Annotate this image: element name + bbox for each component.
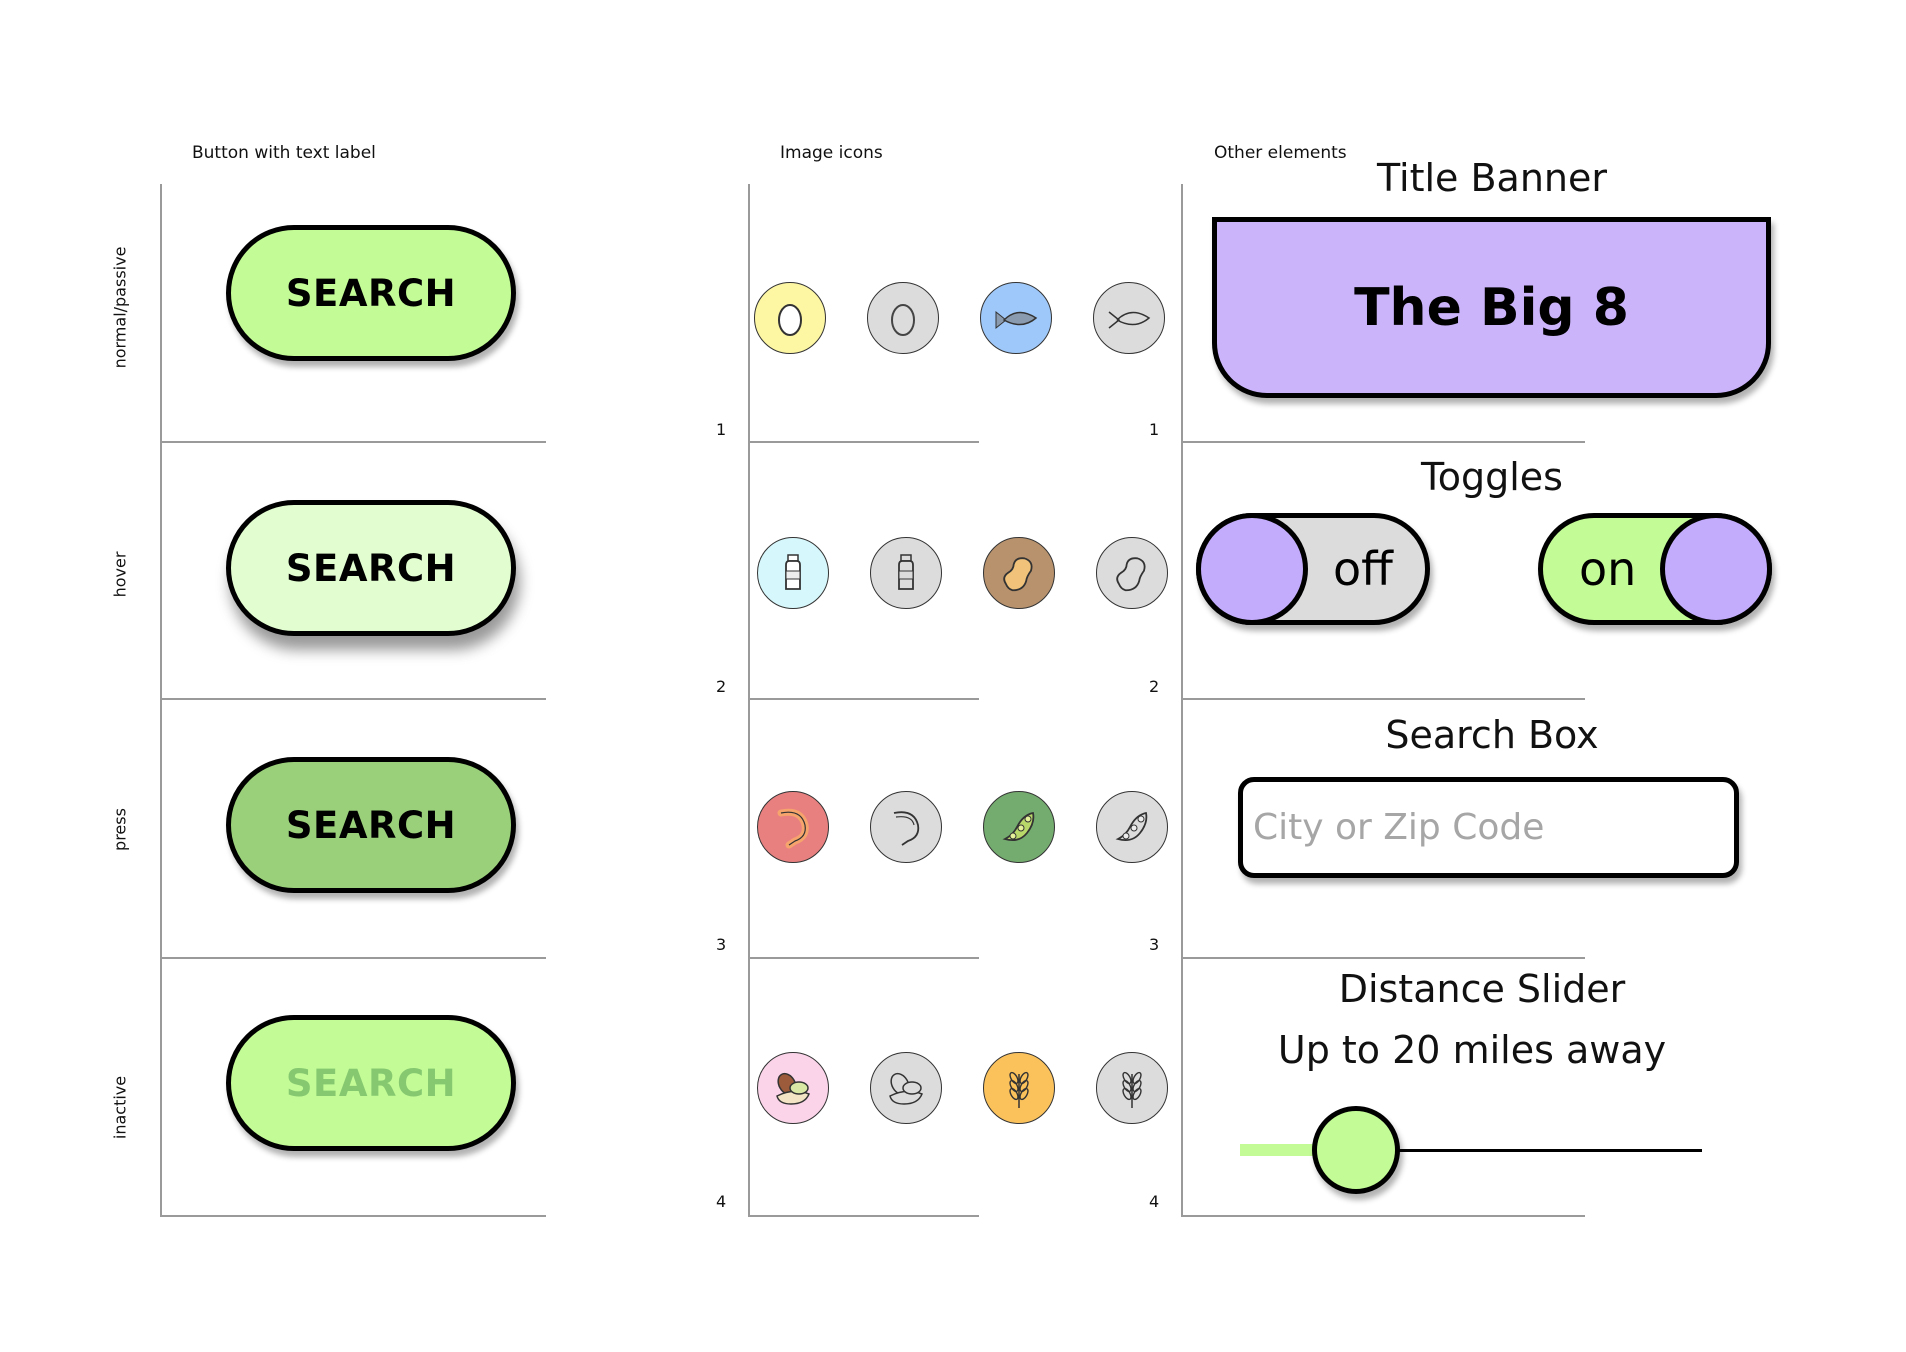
toggle-on-label: on <box>1579 542 1637 596</box>
title-banner: The Big 8 <box>1212 217 1771 398</box>
slider-caption: Up to 20 miles away <box>1277 1028 1667 1072</box>
fish-gray-icon[interactable] <box>1093 282 1165 354</box>
other-row-number: 3 <box>1149 935 1160 954</box>
row-divider <box>748 1215 979 1217</box>
milk-gray-icon[interactable] <box>870 537 942 609</box>
search-box[interactable] <box>1238 777 1739 878</box>
toggle-off[interactable]: off <box>1196 513 1430 625</box>
row-divider <box>160 698 546 700</box>
banner-section-title: Title Banner <box>1376 156 1608 200</box>
icons-column-divider <box>748 184 750 1217</box>
buttons-column-divider <box>160 184 162 1217</box>
row-divider <box>748 441 979 443</box>
icons-column-header: Image icons <box>780 143 883 163</box>
slider-thumb[interactable] <box>1311 1106 1400 1194</box>
shrimp-color-icon[interactable] <box>757 791 829 863</box>
buttons-column-header: Button with text label <box>192 143 376 163</box>
icons-row-number: 1 <box>716 420 727 439</box>
slider-section-title: Distance Slider <box>1338 967 1626 1011</box>
tree-nut-color-icon[interactable] <box>757 1052 829 1124</box>
row-divider <box>1181 1215 1585 1217</box>
shrimp-gray-icon[interactable] <box>870 791 942 863</box>
search-button-press[interactable]: SEARCH <box>226 757 516 893</box>
soybean-gray-icon[interactable] <box>1096 791 1168 863</box>
search-button-hover[interactable]: SEARCH <box>226 500 516 636</box>
icons-row-number: 2 <box>716 677 727 696</box>
row-divider <box>748 698 979 700</box>
row-label-hover: hover <box>110 551 130 598</box>
row-divider <box>1181 698 1585 700</box>
icons-row-number: 4 <box>716 1192 727 1211</box>
search-button-inactive: SEARCH <box>226 1015 516 1151</box>
toggle-knob[interactable] <box>1196 513 1308 625</box>
toggle-on[interactable]: on <box>1538 513 1772 625</box>
toggle-knob[interactable] <box>1660 513 1772 625</box>
toggles-section-title: Toggles <box>1421 455 1563 499</box>
peanut-color-icon[interactable] <box>983 537 1055 609</box>
row-label-normal: normal/passive <box>110 246 130 369</box>
row-divider <box>1181 957 1585 959</box>
row-divider <box>1181 441 1585 443</box>
row-divider <box>160 957 546 959</box>
row-divider <box>160 441 546 443</box>
search-button-normal[interactable]: SEARCH <box>226 225 516 361</box>
toggle-off-label: off <box>1333 542 1393 596</box>
search-input[interactable] <box>1243 782 1734 873</box>
fish-color-icon[interactable] <box>980 282 1052 354</box>
milk-color-icon[interactable] <box>757 537 829 609</box>
row-label-inactive: inactive <box>110 1075 130 1140</box>
wheat-color-icon[interactable] <box>983 1052 1055 1124</box>
search-section-title: Search Box <box>1385 713 1599 757</box>
egg-color-icon[interactable] <box>754 282 826 354</box>
icons-row-number: 3 <box>716 935 727 954</box>
egg-gray-icon[interactable] <box>867 282 939 354</box>
soybean-color-icon[interactable] <box>983 791 1055 863</box>
row-label-press: press <box>110 808 130 851</box>
other-row-number: 4 <box>1149 1192 1160 1211</box>
wheat-gray-icon[interactable] <box>1096 1052 1168 1124</box>
peanut-gray-icon[interactable] <box>1096 537 1168 609</box>
other-row-number: 2 <box>1149 677 1160 696</box>
other-column-divider <box>1181 184 1183 1217</box>
row-divider <box>748 957 979 959</box>
row-divider <box>160 1215 546 1217</box>
tree-nut-gray-icon[interactable] <box>870 1052 942 1124</box>
other-row-number: 1 <box>1149 420 1160 439</box>
